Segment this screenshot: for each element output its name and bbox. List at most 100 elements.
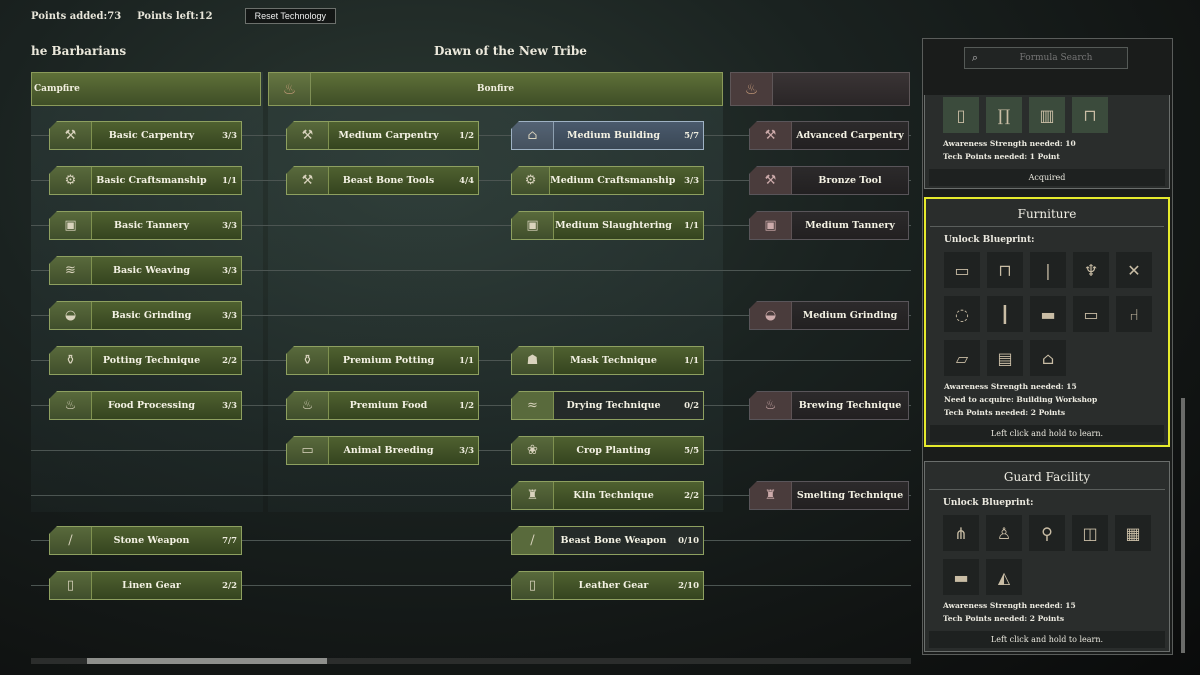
tech-icon: ◒ [50,302,92,329]
tech-icon: ◒ [750,302,792,329]
blueprint-torch-icon: | [1030,252,1066,288]
tech-node-basic-craftsmanship[interactable]: ⚙ Basic Craftsmanship 1/1 [49,166,242,195]
scrollbar-thumb[interactable] [87,658,327,664]
tech-progress: 1/1 [684,355,699,366]
guard-facility-card[interactable]: Guard Facility Unlock Blueprint: ⋔ ♙ ⚲ ◫… [924,461,1170,652]
card-title: Furniture [930,199,1164,227]
tech-node-advanced-carpentry[interactable]: ⚒ Advanced Carpentry [749,121,909,150]
tech-node-premium-potting[interactable]: ⚱ Premium Potting 1/1 [286,346,479,375]
sidebar-scrollbar[interactable] [1181,398,1185,653]
tech-progress: 5/5 [684,445,699,456]
blueprint-mirror-icon: ◌ [944,296,980,332]
tech-node-bronze-tool[interactable]: ⚒ Bronze Tool [749,166,909,195]
tech-progress: 3/3 [222,310,237,321]
points-added: Points added:73 [31,10,122,22]
tech-label: Potting Technique [102,355,201,366]
card-title: Guard Facility [929,462,1165,490]
reset-technology-button[interactable]: Reset Technology [244,8,336,24]
tech-progress: 2/2 [222,580,237,591]
blueprint-bed-icon: ▱ [944,340,980,376]
tech-label: Crop Planting [576,445,651,456]
tech-node-medium-tannery[interactable]: ▣ Medium Tannery [749,211,909,240]
locked-tier-icon: ♨ [731,73,773,105]
blueprint-screen-icon: ▭ [1073,296,1109,332]
tech-node-brewing-technique[interactable]: ♨ Brewing Technique [749,391,909,420]
tier-label: Campfire [34,84,80,94]
tech-label: Premium Potting [342,355,435,366]
tech-tree-screen: Points added:73 Points left:12 Reset Tec… [0,0,1200,675]
points-left: Points left:12 [137,10,213,22]
tech-node-medium-building[interactable]: ⌂ Medium Building 5/7 [511,121,704,150]
tech-icon: ≈ [512,392,554,419]
tech-icon: ♜ [750,482,792,509]
formula-search[interactable]: ⌕ [964,47,1128,69]
tech-label: Animal Breeding [343,445,434,456]
tech-node-medium-carpentry[interactable]: ⚒ Medium Carpentry 1/2 [286,121,479,150]
tech-node-premium-food[interactable]: ♨ Premium Food 1/2 [286,391,479,420]
tech-node-food-processing[interactable]: ♨ Food Processing 3/3 [49,391,242,420]
blueprint-chair-icon: ⑁ [1116,296,1152,332]
tech-progress: 0/10 [678,535,699,546]
horizontal-scrollbar[interactable] [31,658,911,664]
tech-node-crop-planting[interactable]: ❀ Crop Planting 5/5 [511,436,704,465]
tech-label: Smelting Technique [796,490,904,501]
tech-node-linen-gear[interactable]: ▯ Linen Gear 2/2 [49,571,242,600]
blueprint-pole-icon: ⚲ [1029,515,1065,551]
top-bar: Points added:73 Points left:12 Reset Tec… [31,8,336,24]
tech-node-stone-weapon[interactable]: / Stone Weapon 7/7 [49,526,242,555]
tech-node-beast-bone-weapon[interactable]: / Beast Bone Weapon 0/10 [511,526,704,555]
tech-node-basic-weaving[interactable]: ≋ Basic Weaving 3/3 [49,256,242,285]
tech-icon: ▯ [512,572,554,599]
tech-icon: ♨ [750,392,792,419]
tech-node-medium-slaughtering[interactable]: ▣ Medium Slaughtering 1/1 [511,211,704,240]
tech-node-animal-breeding[interactable]: ▭ Animal Breeding 3/3 [286,436,479,465]
tech-label: Linen Gear [122,580,181,591]
tech-label: Beast Bone Tools [342,175,435,186]
formula-search-input[interactable] [985,53,1127,63]
tech-progress: 3/3 [459,445,474,456]
blueprint-rack-icon: ✕ [1116,252,1152,288]
tech-progress: 1/2 [459,130,474,141]
tech-node-medium-craftsmanship[interactable]: ⚙ Medium Craftsmanship 3/3 [511,166,704,195]
tech-node-smelting-technique[interactable]: ♜ Smelting Technique [749,481,909,510]
tech-icon: ♜ [512,482,554,509]
tech-node-beast-bone-tools[interactable]: ⚒ Beast Bone Tools 4/4 [286,166,479,195]
tech-node-basic-carpentry[interactable]: ⚒ Basic Carpentry 3/3 [49,121,242,150]
tech-node-kiln-technique[interactable]: ♜ Kiln Technique 2/2 [511,481,704,510]
tech-icon: ▣ [50,212,92,239]
tech-progress: 3/3 [222,220,237,231]
tech-node-medium-grinding[interactable]: ◒ Medium Grinding [749,301,909,330]
tech-icon: ♨ [287,392,329,419]
blueprint-spikes-icon: ⋔ [943,515,979,551]
blueprint-board-icon: ▬ [1030,296,1066,332]
tech-progress: 3/3 [684,175,699,186]
tech-progress: 2/2 [684,490,699,501]
tech-icon: ⚙ [50,167,92,194]
acquired-card[interactable]: ▯ ∏ ▥ ⊓ Awareness Strength needed: 10 Te… [924,95,1170,189]
tier-locked[interactable]: ♨ [730,72,910,106]
tech-label: Medium Carpentry [338,130,439,141]
blueprint-frame-icon: ⊓ [1072,97,1108,133]
tier-campfire[interactable]: Campfire [31,72,261,106]
furniture-card[interactable]: Furniture Unlock Blueprint: ▭ ⊓ | ♆ ✕ ◌ … [924,197,1170,447]
tech-label: Advanced Carpentry [796,130,904,141]
tech-node-mask-technique[interactable]: ☗ Mask Technique 1/1 [511,346,704,375]
tech-progress: 1/1 [684,220,699,231]
tech-node-basic-tannery[interactable]: ▣ Basic Tannery 3/3 [49,211,242,240]
bonfire-icon: ♨ [269,73,311,105]
search-icon: ⌕ [971,51,979,64]
tech-icon: ☗ [512,347,554,374]
tech-node-leather-gear[interactable]: ▯ Leather Gear 2/10 [511,571,704,600]
tier-bonfire[interactable]: ♨ Bonfire [268,72,723,106]
awareness-needed: Awareness Strength needed: 15 [943,601,1076,610]
tech-node-basic-grinding[interactable]: ◒ Basic Grinding 3/3 [49,301,242,330]
tech-node-potting-technique[interactable]: ⚱ Potting Technique 2/2 [49,346,242,375]
awareness-needed: Awareness Strength needed: 10 [943,139,1076,148]
blueprint-stand-icon: ♆ [1073,252,1109,288]
tech-label: Basic Carpentry [108,130,195,141]
tech-node-drying-technique[interactable]: ≈ Drying Technique 0/2 [511,391,704,420]
blueprint-door-icon: ▯ [943,97,979,133]
tech-label: Basic Grinding [111,310,192,321]
acquired-status: Acquired [929,169,1165,186]
tech-icon: ⚒ [50,122,92,149]
